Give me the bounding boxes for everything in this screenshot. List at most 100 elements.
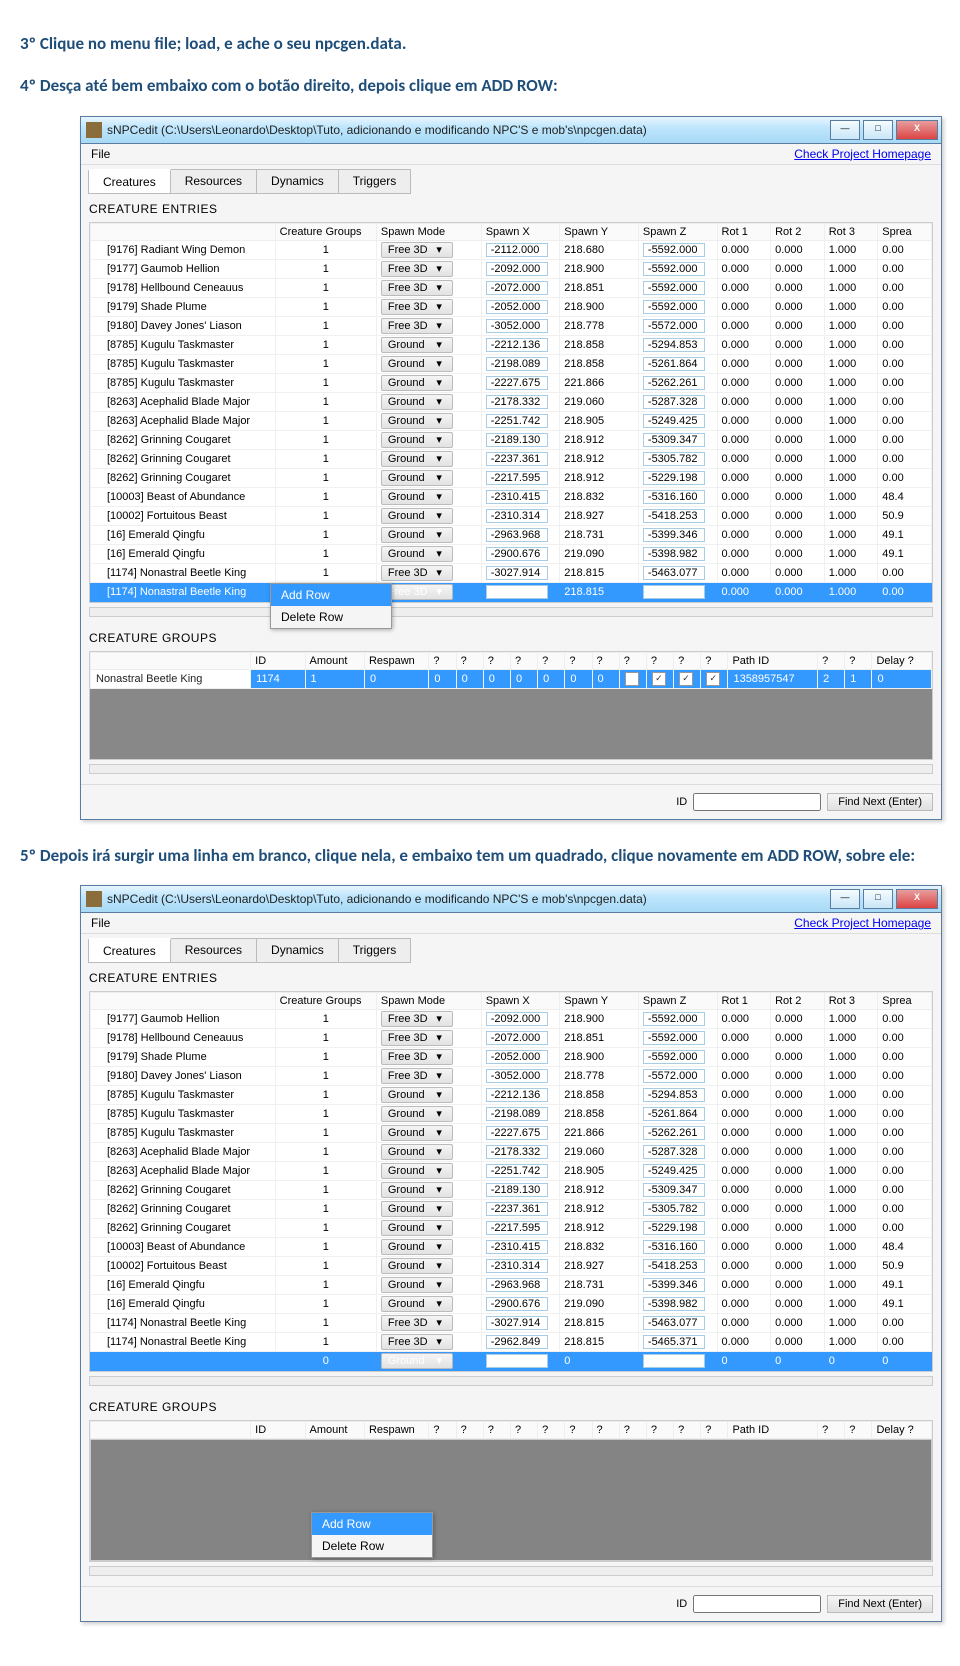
spawn-mode-dropdown[interactable]: Ground▾: [381, 1144, 453, 1160]
spawn-mode-dropdown[interactable]: Ground▾: [381, 1277, 453, 1293]
table-row[interactable]: [9177] Gaumob Hellion1Free 3D▾-2092.0002…: [91, 1010, 932, 1029]
spawn-mode-dropdown[interactable]: Ground▾: [381, 1239, 453, 1255]
h-scrollbar[interactable]: [89, 1566, 933, 1576]
checkbox-icon[interactable]: [625, 672, 639, 686]
table-row[interactable]: [8785] Kugulu Taskmaster1Ground▾-2212.13…: [91, 1086, 932, 1105]
id-input[interactable]: [693, 1595, 821, 1613]
spawn-mode-dropdown[interactable]: Ground▾: [381, 1087, 453, 1103]
context-menu[interactable]: Add Row Delete Row: [270, 583, 392, 629]
minimize-button[interactable]: —: [830, 120, 860, 140]
spawn-mode-dropdown[interactable]: Ground▾: [381, 432, 453, 448]
table-row[interactable]: [8263] Acephalid Blade Major1Ground▾-225…: [91, 1162, 932, 1181]
spawn-mode-dropdown[interactable]: Free 3D▾: [381, 1068, 453, 1084]
project-homepage-link[interactable]: Check Project Homepage: [794, 916, 931, 930]
ctx-delete-row[interactable]: Delete Row: [312, 1535, 432, 1557]
spawn-mode-dropdown[interactable]: Ground▾: [381, 470, 453, 486]
checkbox-icon[interactable]: ✓: [706, 672, 720, 686]
table-row[interactable]: [1174] Nonastral Beetle King1Free 3D▾-30…: [91, 563, 932, 582]
table-row[interactable]: [8785] Kugulu Taskmaster1Ground▾-2227.67…: [91, 1124, 932, 1143]
h-scrollbar[interactable]: [89, 607, 933, 617]
spawn-mode-dropdown[interactable]: Ground▾: [381, 1258, 453, 1274]
maximize-button[interactable]: □: [863, 120, 893, 140]
maximize-button[interactable]: □: [863, 889, 893, 909]
spawn-mode-dropdown[interactable]: Ground▾: [381, 1125, 453, 1141]
table-row[interactable]: [1174] Nonastral Beetle King1Free 3D▾-29…: [91, 1333, 932, 1352]
table-row[interactable]: [9180] Davey Jones' Liason1Free 3D▾-3052…: [91, 316, 932, 335]
spawn-mode-dropdown[interactable]: Free 3D▾: [381, 1315, 453, 1331]
titlebar[interactable]: sNPCedit (C:\Users\Leonardo\Desktop\Tuto…: [81, 117, 941, 144]
table-row[interactable]: [8262] Grinning Cougaret1Ground▾-2189.13…: [91, 1181, 932, 1200]
spawn-mode-dropdown[interactable]: Ground▾: [381, 1296, 453, 1312]
spawn-mode-dropdown[interactable]: Free 3D▾: [381, 261, 453, 277]
minimize-button[interactable]: —: [830, 889, 860, 909]
table-row[interactable]: [10002] Fortuitous Beast1Ground▾-2310.31…: [91, 506, 932, 525]
tab-dynamics[interactable]: Dynamics: [256, 169, 339, 194]
table-row[interactable]: [8785] Kugulu Taskmaster1Ground▾-2198.08…: [91, 1105, 932, 1124]
table-row[interactable]: [9179] Shade Plume1Free 3D▾-2052.000218.…: [91, 1048, 932, 1067]
spawn-mode-dropdown[interactable]: Ground▾: [381, 1201, 453, 1217]
tab-creatures[interactable]: Creatures: [88, 169, 171, 194]
menu-file[interactable]: File: [91, 916, 110, 930]
table-row[interactable]: [8262] Grinning Cougaret1Ground▾-2189.13…: [91, 430, 932, 449]
tab-triggers[interactable]: Triggers: [338, 938, 412, 963]
table-row[interactable]: [9178] Hellbound Ceneauus1Free 3D▾-2072.…: [91, 278, 932, 297]
titlebar[interactable]: sNPCedit (C:\Users\Leonardo\Desktop\Tuto…: [81, 886, 941, 913]
tab-resources[interactable]: Resources: [170, 169, 257, 194]
table-row[interactable]: [10002] Fortuitous Beast1Ground▾-2310.31…: [91, 1257, 932, 1276]
creature-groups-grid-2[interactable]: ID Amount Respawn ?? ?? ?? ? ?? ?? Path …: [89, 1420, 933, 1562]
table-row[interactable]: [8263] Acephalid Blade Major1Ground▾-217…: [91, 1143, 932, 1162]
creature-entries-grid-2[interactable]: Creature GroupsSpawn Mode Spawn XSpawn Y…: [89, 991, 933, 1372]
close-button[interactable]: X: [896, 889, 938, 909]
creature-entries-grid-1[interactable]: Creature GroupsSpawn Mode Spawn XSpawn Y…: [89, 222, 933, 603]
spawn-mode-dropdown[interactable]: Ground▾: [381, 1106, 453, 1122]
spawn-mode-dropdown[interactable]: Ground▾: [381, 489, 453, 505]
h-scrollbar[interactable]: [89, 764, 933, 774]
table-row[interactable]: [9178] Hellbound Ceneauus1Free 3D▾-2072.…: [91, 1029, 932, 1048]
table-row[interactable]: [16] Emerald Qingfu1Ground▾-2963.968218.…: [91, 525, 932, 544]
spawn-mode-dropdown[interactable]: Free 3D▾: [381, 280, 453, 296]
spawn-mode-dropdown[interactable]: Ground▾: [381, 1182, 453, 1198]
table-row[interactable]: [9179] Shade Plume1Free 3D▾-2052.000218.…: [91, 297, 932, 316]
spawn-mode-dropdown[interactable]: Free 3D▾: [381, 242, 453, 258]
project-homepage-link[interactable]: Check Project Homepage: [794, 147, 931, 161]
spawn-mode-dropdown[interactable]: Free 3D▾: [381, 1011, 453, 1027]
table-row[interactable]: [8785] Kugulu Taskmaster1Ground▾-2227.67…: [91, 373, 932, 392]
checkbox-icon[interactable]: ✓: [652, 672, 666, 686]
table-row[interactable]: [9177] Gaumob Hellion1Free 3D▾-2092.0002…: [91, 259, 932, 278]
table-row[interactable]: [10003] Beast of Abundance1Ground▾-2310.…: [91, 487, 932, 506]
ctx-add-row[interactable]: Add Row: [271, 584, 391, 606]
creature-groups-grid-1[interactable]: ID Amount Respawn ?? ?? ?? ? ?? ?? Path …: [89, 651, 933, 760]
ctx-delete-row[interactable]: Delete Row: [271, 606, 391, 628]
group-row[interactable]: Nonastral Beetle King 117410 000 000 0 ✓…: [91, 669, 932, 688]
spawn-mode-dropdown[interactable]: Ground▾: [381, 451, 453, 467]
tab-creatures[interactable]: Creatures: [88, 938, 171, 963]
ctx-add-row[interactable]: Add Row: [312, 1513, 432, 1535]
table-row[interactable]: [8262] Grinning Cougaret1Ground▾-2217.59…: [91, 468, 932, 487]
table-row[interactable]: [10003] Beast of Abundance1Ground▾-2310.…: [91, 1238, 932, 1257]
spawn-mode-dropdown[interactable]: Ground▾: [381, 1220, 453, 1236]
tab-resources[interactable]: Resources: [170, 938, 257, 963]
tab-dynamics[interactable]: Dynamics: [256, 938, 339, 963]
close-button[interactable]: X: [896, 120, 938, 140]
find-next-button[interactable]: Find Next (Enter): [827, 1595, 933, 1613]
table-row[interactable]: 0Ground▾0000000: [91, 1352, 932, 1371]
tab-triggers[interactable]: Triggers: [338, 169, 412, 194]
spawn-mode-dropdown[interactable]: Free 3D▾: [381, 299, 453, 315]
table-row[interactable]: [8262] Grinning Cougaret1Ground▾-2217.59…: [91, 1219, 932, 1238]
table-row[interactable]: [1174] Nonastral Beetle King1Free 3D▾-29…: [91, 582, 932, 601]
spawn-mode-dropdown[interactable]: Free 3D▾: [381, 565, 453, 581]
spawn-mode-dropdown[interactable]: Ground▾: [381, 375, 453, 391]
table-row[interactable]: [1174] Nonastral Beetle King1Free 3D▾-30…: [91, 1314, 932, 1333]
spawn-mode-dropdown[interactable]: Free 3D▾: [381, 1334, 453, 1350]
spawn-mode-dropdown[interactable]: Free 3D▾: [381, 1030, 453, 1046]
spawn-mode-dropdown[interactable]: Ground▾: [381, 546, 453, 562]
table-row[interactable]: [16] Emerald Qingfu1Ground▾-2900.676219.…: [91, 544, 932, 563]
spawn-mode-dropdown[interactable]: Ground▾: [381, 1163, 453, 1179]
spawn-mode-dropdown[interactable]: Ground▾: [381, 337, 453, 353]
context-menu[interactable]: Add Row Delete Row: [311, 1512, 433, 1558]
table-row[interactable]: [8263] Acephalid Blade Major1Ground▾-217…: [91, 392, 932, 411]
spawn-mode-dropdown[interactable]: Ground▾: [381, 394, 453, 410]
find-next-button[interactable]: Find Next (Enter): [827, 793, 933, 811]
table-row[interactable]: [16] Emerald Qingfu1Ground▾-2963.968218.…: [91, 1276, 932, 1295]
table-row[interactable]: [8785] Kugulu Taskmaster1Ground▾-2212.13…: [91, 335, 932, 354]
